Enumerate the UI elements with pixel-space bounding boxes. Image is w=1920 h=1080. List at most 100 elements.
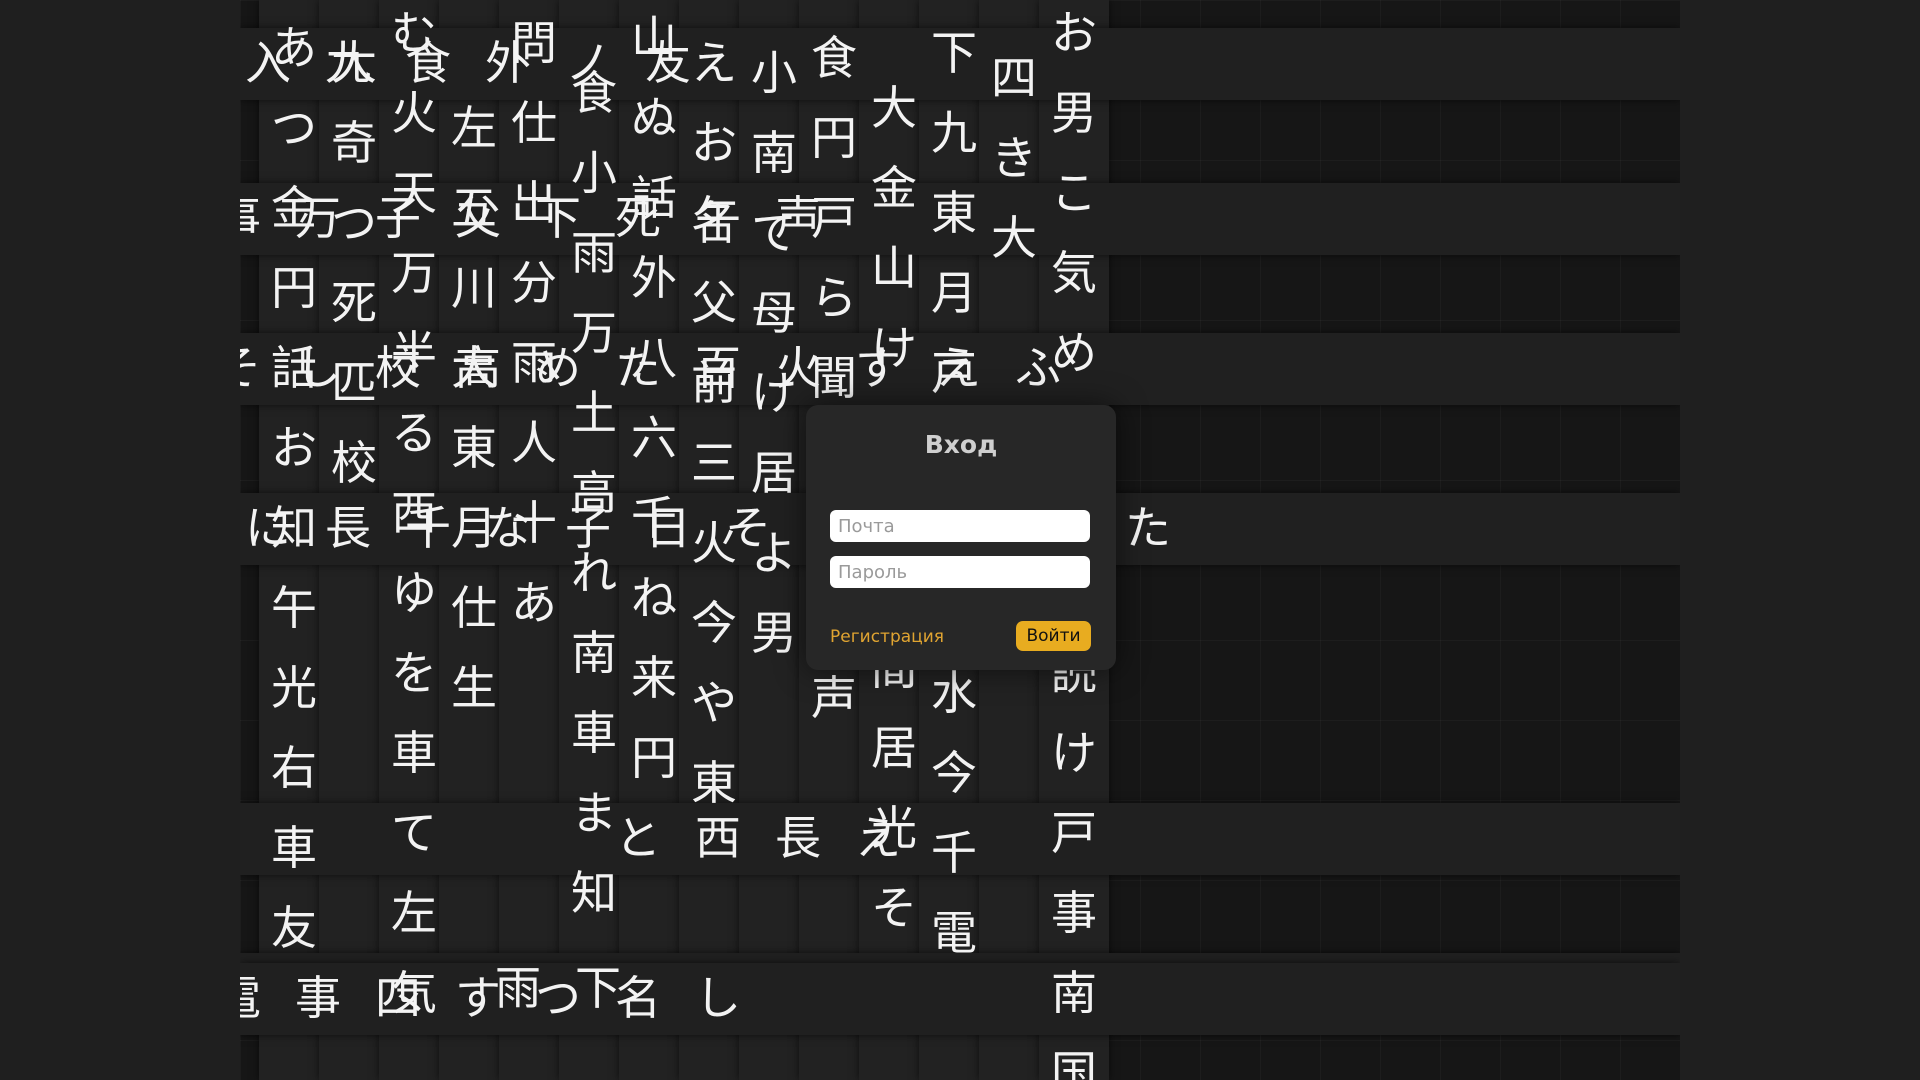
email-input[interactable] xyxy=(830,510,1090,542)
kanji-glyph: 入 xyxy=(245,36,291,90)
kanji-glyph: 右 xyxy=(271,741,317,795)
kanji-glyph: 月 xyxy=(931,266,977,320)
kanji-glyph: 長 xyxy=(775,811,821,865)
kanji-glyph: た xyxy=(1125,501,1171,555)
kanji-glyph: 男 xyxy=(1051,86,1097,140)
kanji-glyph: 人 xyxy=(511,416,557,470)
kanji-glyph: る xyxy=(391,406,437,460)
kanji-glyph: 事 xyxy=(240,195,276,241)
kanji-glyph: 車 xyxy=(271,821,317,875)
kanji-glyph: 来 xyxy=(631,651,677,705)
kanji-glyph: な xyxy=(485,501,531,555)
kanji-glyph: す xyxy=(455,971,501,1025)
kanji-glyph: 九 xyxy=(325,36,371,90)
kanji-glyph: 左 xyxy=(451,101,497,155)
kanji-glyph: 下 xyxy=(931,26,977,80)
kanji-glyph: ら xyxy=(811,271,857,325)
kanji-glyph: 気 xyxy=(1051,246,1097,300)
kanji-glyph: 円 xyxy=(811,111,857,165)
kanji-glyph: 九 xyxy=(931,106,977,160)
kanji-glyph: 小 xyxy=(751,46,797,100)
kanji-glyph: 大 xyxy=(871,81,917,135)
kanji-glyph: お xyxy=(691,116,737,170)
kanji-glyph: に xyxy=(245,501,291,555)
kanji-glyph: 川 xyxy=(451,261,497,315)
kanji-glyph: 万 xyxy=(391,246,437,300)
kanji-glyph: 電 xyxy=(240,975,276,1021)
kanji-glyph: れ xyxy=(571,546,617,600)
kanji-glyph: 下 xyxy=(535,191,581,245)
kanji-glyph: 光 xyxy=(271,661,317,715)
kanji-glyph: 東 xyxy=(451,421,497,475)
kanji-glyph: 円 xyxy=(631,731,677,785)
kanji-glyph: ね xyxy=(631,571,677,625)
kanji-glyph: 東 xyxy=(691,756,737,810)
kanji-glyph: 生 xyxy=(451,661,497,715)
kanji-glyph: え xyxy=(935,341,981,395)
kanji-glyph: 父 xyxy=(455,191,501,245)
password-input[interactable] xyxy=(830,556,1090,588)
kanji-glyph: 男 xyxy=(751,606,797,660)
kanji-glyph: と xyxy=(615,811,661,865)
kanji-glyph: 高 xyxy=(455,341,501,395)
kanji-glyph: 外 xyxy=(631,251,677,305)
kanji-glyph: す xyxy=(855,341,901,395)
login-form: Вход Регистрация Войти xyxy=(806,405,1116,670)
kanji-glyph: 大 xyxy=(991,211,1037,265)
kanji-glyph: こ xyxy=(1051,166,1097,220)
kanji-glyph: 左 xyxy=(391,886,437,940)
kanji-glyph: 西 xyxy=(695,811,741,865)
kanji-glyph: や xyxy=(691,676,737,730)
kanji-glyph: 車 xyxy=(391,726,437,780)
kanji-glyph: お xyxy=(271,421,317,475)
kanji-glyph: 国 xyxy=(1051,1046,1097,1080)
kanji-glyph: 小 xyxy=(571,146,617,200)
kanji-glyph: あ xyxy=(511,576,557,630)
kanji-glyph: 外 xyxy=(485,36,531,90)
kanji-glyph: 土 xyxy=(571,386,617,440)
kanji-glyph: 仕 xyxy=(511,96,557,150)
kanji-glyph: 南 xyxy=(1051,966,1097,1020)
kanji-glyph: 食 xyxy=(405,36,451,90)
kanji-glyph: ゆ xyxy=(391,566,437,620)
kanji-glyph: 四 xyxy=(991,51,1037,105)
kanji-glyph: つ xyxy=(535,971,581,1025)
login-button[interactable]: Войти xyxy=(1016,621,1091,651)
kanji-glyph: 母 xyxy=(751,286,797,340)
kanji-glyph: 火 xyxy=(391,86,437,140)
kanji-glyph: 死 xyxy=(331,276,377,330)
kanji-glyph: め xyxy=(535,341,581,395)
kanji-glyph: 居 xyxy=(751,446,797,500)
kanji-glyph: 午 xyxy=(271,581,317,635)
kanji-glyph: け xyxy=(1051,726,1097,780)
kanji-glyph: ぬ xyxy=(631,91,677,145)
kanji-glyph: 南 xyxy=(571,626,617,680)
kanji-glyph: 千 xyxy=(405,501,451,555)
kanji-glyph: 四 xyxy=(375,971,421,1025)
kanji-glyph: 戸 xyxy=(1051,806,1097,860)
kanji-glyph: 友 xyxy=(645,36,691,90)
kanji-glyph: 校 xyxy=(375,341,421,395)
kanji-glyph: 父 xyxy=(691,276,737,330)
kanji-glyph: 日 xyxy=(645,501,691,555)
kanji-glyph: 円 xyxy=(271,261,317,315)
kanji-glyph: 午 xyxy=(695,191,741,245)
kanji-glyph: え xyxy=(855,811,901,865)
kanji-glyph: 奇 xyxy=(331,116,377,170)
kanji-glyph: を xyxy=(391,646,437,700)
kanji-glyph: ふ xyxy=(1015,341,1061,395)
kanji-glyph: て xyxy=(391,806,437,860)
kanji-glyph: 声 xyxy=(811,671,857,725)
register-link[interactable]: Регистрация xyxy=(830,627,944,647)
kanji-glyph: 事 xyxy=(1051,886,1097,940)
kanji-glyph: 事 xyxy=(295,971,341,1025)
kanji-glyph: し xyxy=(295,341,341,395)
kanji-glyph: 長 xyxy=(325,501,371,555)
kanji-glyph: 三 xyxy=(691,436,737,490)
kanji-glyph: 百 xyxy=(695,341,741,395)
kanji-glyph: そ xyxy=(240,345,276,391)
kanji-glyph: 金 xyxy=(871,161,917,215)
kanji-glyph: 子 xyxy=(375,191,421,245)
kanji-glyph: 名 xyxy=(615,971,661,1025)
kanji-glyph: 車 xyxy=(571,706,617,760)
